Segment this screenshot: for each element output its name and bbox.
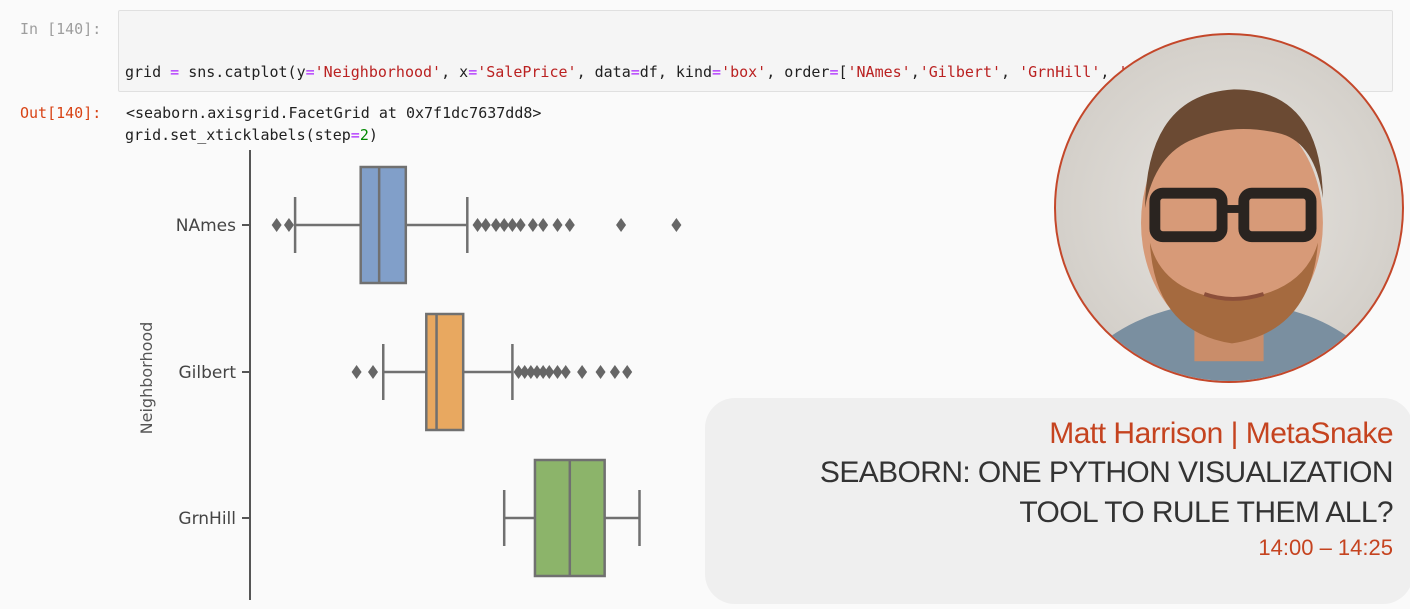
outlier-gilbert-1 — [368, 365, 378, 379]
outlier-names-11 — [564, 218, 575, 232]
talk-time: 14:00 – 14:25 — [1258, 535, 1393, 560]
outlier-names-12 — [616, 218, 627, 232]
box-names — [359, 165, 408, 285]
outlier-names-8 — [527, 218, 538, 232]
y-axis-label: Neighborhood — [137, 322, 156, 435]
outlier-gilbert-12 — [609, 365, 620, 379]
y-tick-label-names: NAmes — [176, 216, 236, 236]
input-prompt: In [140]: — [20, 20, 102, 38]
outlier-gilbert-10 — [577, 365, 588, 379]
output-text: <seaborn.axisgrid.FacetGrid at 0x7f1dc76… — [126, 104, 542, 122]
outlier-names-10 — [552, 218, 563, 232]
talk-title-line-2: TOOL TO RULE THEM ALL? — [1019, 496, 1393, 529]
box-gilbert — [425, 312, 465, 432]
outlier-names-7 — [515, 218, 526, 232]
output-prompt: Out[140]: — [20, 104, 102, 122]
boxplot-chart: Neighborhood NAmes Gilbert GrnHill — [0, 130, 720, 609]
outlier-gilbert-11 — [595, 365, 606, 379]
speaker-portrait-icon — [1070, 89, 1388, 381]
outlier-gilbert-13 — [622, 365, 633, 379]
outlier-names-13 — [671, 218, 682, 232]
talk-title-line-1: SEABORN: ONE PYTHON VISUALIZATION — [819, 456, 1394, 489]
outlier-names-9 — [538, 218, 549, 232]
talk-caption: Matt Harrison | MetaSnake SEABORN: ONE P… — [705, 398, 1410, 604]
speaker-name: Matt Harrison | MetaSnake — [1049, 417, 1393, 450]
y-tick-label-gilbert: Gilbert — [178, 363, 236, 383]
y-tick-label-grnhill: GrnHill — [178, 509, 236, 529]
outlier-gilbert-0 — [351, 365, 362, 379]
boxplot-svg: Neighborhood NAmes Gilbert GrnHill — [137, 150, 682, 600]
outlier-names-3 — [480, 218, 491, 232]
speaker-photo — [1054, 33, 1404, 383]
outlier-gilbert-9 — [560, 365, 571, 379]
outlier-names-1 — [283, 218, 294, 232]
outlier-names-0 — [271, 218, 282, 232]
